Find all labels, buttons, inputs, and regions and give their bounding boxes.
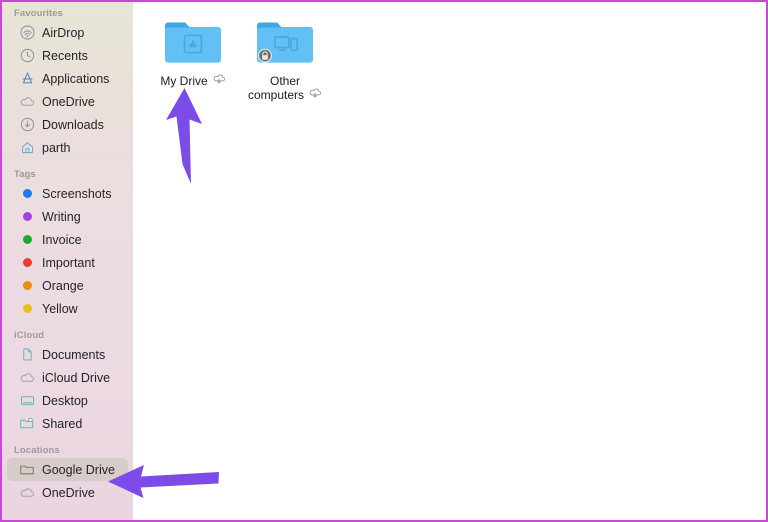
file-item-my-drive[interactable]: My Drive (147, 16, 239, 88)
tag-dot-icon (19, 301, 35, 317)
folder-icon (19, 462, 35, 478)
cloud-download-icon (212, 74, 226, 88)
sidebar-item-label: OneDrive (42, 485, 95, 500)
sidebar-section-tags: Tags Screenshots Writing Invoice Importa… (2, 159, 133, 320)
sidebar-item-tag-yellow[interactable]: Yellow (7, 297, 128, 320)
section-header-tags: Tags (14, 169, 36, 180)
clock-icon (19, 48, 35, 64)
other-computers-folder-icon (254, 16, 316, 68)
sidebar-item-label: Yellow (42, 301, 78, 316)
sidebar-item-label: parth (42, 140, 71, 155)
sidebar-item-tag-screenshots[interactable]: Screenshots (7, 182, 128, 205)
cloud-icon (19, 485, 35, 501)
file-item-name: My Drive (160, 74, 208, 88)
sidebar-item-airdrop[interactable]: AirDrop (7, 21, 128, 44)
sidebar-item-onedrive-loc[interactable]: OneDrive (7, 481, 128, 504)
airdrop-icon (19, 25, 35, 41)
sidebar-item-label: iCloud Drive (42, 370, 111, 385)
sidebar-item-tag-writing[interactable]: Writing (7, 205, 128, 228)
section-header-favourites: Favourites (14, 8, 64, 19)
sidebar-item-downloads[interactable]: Downloads (7, 113, 128, 136)
sidebar-section-favourites: Favourites AirDrop Recents Applications … (2, 2, 133, 159)
sidebar-item-parth[interactable]: parth (7, 136, 128, 159)
sidebar-item-label: OneDrive (42, 94, 95, 109)
applications-icon (19, 71, 35, 87)
sidebar-item-label: Invoice (42, 232, 82, 247)
cloud-icon (19, 370, 35, 386)
cloud-download-icon (308, 88, 322, 102)
tag-dot-icon (19, 255, 35, 271)
sidebar-item-icloud-drive[interactable]: iCloud Drive (7, 366, 128, 389)
sidebar-item-label: AirDrop (42, 25, 85, 40)
sidebar-item-desktop[interactable]: Desktop (7, 389, 128, 412)
shared-folder-icon (19, 416, 35, 432)
sidebar-item-label: Google Drive (42, 462, 115, 477)
sidebar-item-tag-invoice[interactable]: Invoice (7, 228, 128, 251)
section-header-locations: Locations (14, 445, 60, 456)
sidebar-item-label: Recents (42, 48, 88, 63)
sidebar-item-label: Documents (42, 347, 106, 362)
tag-dot-icon (19, 278, 35, 294)
sidebar-item-label: Orange (42, 278, 84, 293)
sidebar-item-recents[interactable]: Recents (7, 44, 128, 67)
sidebar: Favourites AirDrop Recents Applications … (2, 2, 133, 520)
desktop-icon (19, 393, 35, 409)
sidebar-item-label: Writing (42, 209, 81, 224)
sidebar-item-applications[interactable]: Applications (7, 67, 128, 90)
sidebar-item-shared[interactable]: Shared (7, 412, 128, 435)
google-drive-folder-icon (162, 16, 224, 68)
sidebar-item-label: Desktop (42, 393, 88, 408)
file-item-other-computers[interactable]: Other computers (239, 16, 331, 102)
icon-grid: My Drive Other computers (147, 16, 331, 102)
document-icon (19, 347, 35, 363)
file-browser-content[interactable]: My Drive Other computers (133, 2, 766, 520)
sidebar-item-label: Downloads (42, 117, 104, 132)
sidebar-item-tag-orange[interactable]: Orange (7, 274, 128, 297)
sidebar-item-label: Screenshots (42, 186, 112, 201)
sidebar-item-onedrive-fav[interactable]: OneDrive (7, 90, 128, 113)
file-item-caption: Other computers (242, 74, 328, 102)
finder-window: Favourites AirDrop Recents Applications … (0, 0, 768, 522)
downloads-icon (19, 117, 35, 133)
sidebar-item-google-drive[interactable]: Google Drive (7, 458, 128, 481)
home-icon (19, 140, 35, 156)
section-header-icloud: iCloud (14, 330, 45, 341)
tag-dot-icon (19, 186, 35, 202)
file-item-name-line2: computers (247, 88, 305, 102)
tag-dot-icon (19, 232, 35, 248)
sidebar-item-label: Shared (42, 416, 83, 431)
file-item-name-line1: Other (269, 74, 300, 88)
sidebar-section-locations: Locations Google Drive OneDrive (2, 435, 133, 504)
tag-dot-icon (19, 209, 35, 225)
sidebar-item-label: Important (42, 255, 95, 270)
sidebar-item-documents[interactable]: Documents (7, 343, 128, 366)
sidebar-item-tag-important[interactable]: Important (7, 251, 128, 274)
sidebar-section-icloud: iCloud Documents iCloud Drive Desktop Sh… (2, 320, 133, 435)
file-item-caption: My Drive (160, 74, 225, 88)
sidebar-item-label: Applications (42, 71, 110, 86)
cloud-icon (19, 94, 35, 110)
